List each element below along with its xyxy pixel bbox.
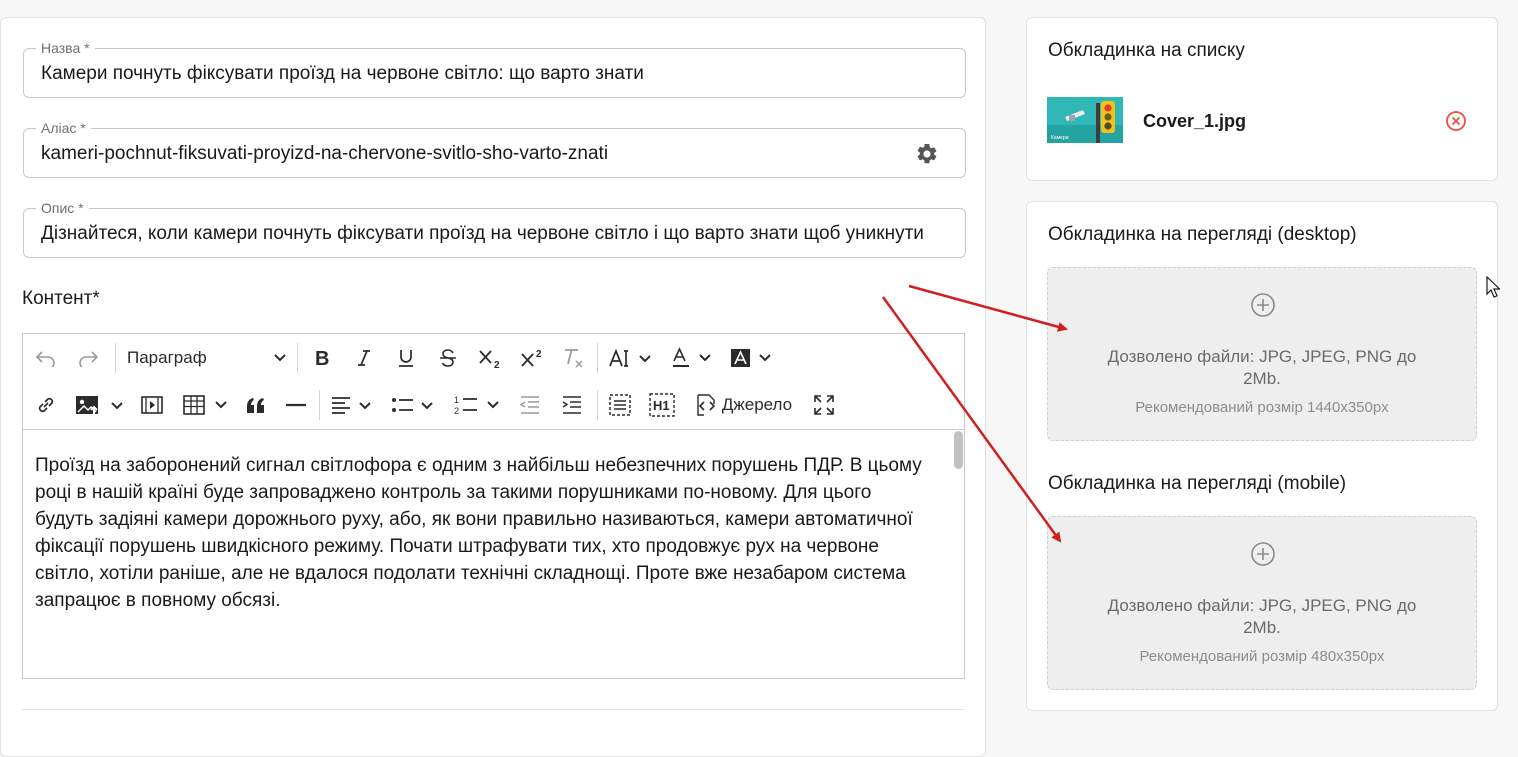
editor-scrollbar[interactable] (954, 431, 963, 469)
mobile-cover-title: Обкладинка на перегляді (mobile) (1048, 473, 1347, 494)
bulleted-list-icon[interactable] (389, 389, 441, 421)
source-button[interactable]: Джерело (693, 389, 793, 421)
plus-circle-icon (1251, 293, 1275, 317)
show-blocks-icon[interactable] (607, 389, 633, 421)
superscript-icon[interactable]: 2 (519, 342, 547, 374)
blockquote-icon[interactable] (243, 389, 269, 421)
svg-text:2: 2 (494, 360, 500, 369)
mobile-cover-dropzone[interactable]: Дозволено файли: JPG, JPEG, PNG до 2Mb. … (1047, 516, 1477, 690)
mouse-cursor-icon (1486, 276, 1500, 298)
subscript-icon[interactable]: 2 (477, 342, 505, 374)
paragraph-format-label: Параграф (127, 348, 207, 367)
italic-icon[interactable] (351, 342, 377, 374)
title-input[interactable]: Камери почнуть фіксувати проїзд на черво… (41, 63, 951, 85)
alignment-icon[interactable] (329, 389, 379, 421)
plus-circle-icon (1251, 542, 1275, 566)
mobile-recommended-size: Рекомендований розмір 480x350px (1139, 648, 1385, 665)
media-embed-icon[interactable] (139, 389, 165, 421)
remove-file-icon[interactable] (1445, 110, 1467, 132)
desktop-allowed-files: Дозволено файли: JPG, JPEG, PNG до 2Mb. (1107, 347, 1417, 388)
cover-thumbnail[interactable]: Камери (1047, 97, 1123, 143)
undo-icon[interactable] (33, 342, 59, 374)
title-field-label: Назва * (36, 39, 95, 57)
desktop-cover-title: Обкладинка на перегляді (desktop) (1048, 224, 1357, 245)
numbered-list-icon[interactable]: 12 (453, 389, 505, 421)
alias-field-label: Аліас * (36, 119, 91, 137)
redo-icon[interactable] (75, 342, 101, 374)
outdent-icon[interactable] (517, 389, 543, 421)
content-label: Контент* (22, 288, 100, 309)
svg-text:B: B (315, 348, 329, 368)
table-icon[interactable] (181, 389, 231, 421)
svg-text:1: 1 (454, 395, 459, 405)
list-cover-card: Обкладинка на списку Камери Cover_1.jpg (1026, 17, 1498, 181)
strikethrough-icon[interactable] (435, 342, 461, 374)
alias-input[interactable]: kameri-pochnut-fiksuvati-proyizd-na-cher… (41, 143, 905, 165)
description-field-label: Опис * (36, 199, 89, 217)
view-covers-card: Обкладинка на перегляді (desktop) Дозвол… (1026, 201, 1498, 711)
insert-image-icon[interactable] (73, 389, 127, 421)
gear-icon[interactable] (915, 142, 939, 166)
font-size-icon[interactable] (607, 342, 655, 374)
bold-icon[interactable]: B (309, 342, 335, 374)
paragraph-format-select[interactable]: Параграф (127, 342, 287, 374)
cover-filename: Cover_1.jpg (1143, 111, 1247, 131)
chevron-down-icon (274, 354, 286, 362)
font-color-icon[interactable] (671, 342, 719, 374)
thumbnail-caption: Камери (1051, 135, 1069, 141)
rich-text-editor: Параграф B 2 2 12 H1 Джерело Проїзд на з… (22, 333, 965, 679)
list-cover-title: Обкладинка на списку (1048, 40, 1245, 61)
editor-toolbar: Параграф B 2 2 12 H1 Джерело (23, 334, 964, 430)
horizontal-line-icon[interactable] (283, 389, 309, 421)
source-code-icon (697, 394, 716, 416)
editor-content[interactable]: Проїзд на заборонений сигнал світлофора … (35, 452, 935, 614)
heading-icon[interactable]: H1 (649, 389, 675, 421)
underline-icon[interactable] (393, 342, 419, 374)
remove-format-icon[interactable] (561, 342, 587, 374)
source-button-label: Джерело (721, 395, 793, 414)
fullscreen-icon[interactable] (811, 389, 837, 421)
link-icon[interactable] (33, 389, 59, 421)
svg-text:2: 2 (536, 349, 542, 360)
description-input[interactable]: Дізнайтеся, коли камери почнуть фіксуват… (41, 223, 951, 245)
description-field[interactable]: Опис * Дізнайтеся, коли камери почнуть ф… (23, 199, 966, 258)
title-field[interactable]: Назва * Камери почнуть фіксувати проїзд … (23, 39, 966, 98)
svg-text:2: 2 (454, 406, 459, 416)
mobile-allowed-files: Дозволено файли: JPG, JPEG, PNG до 2Mb. (1107, 596, 1417, 637)
alias-field[interactable]: Аліас * kameri-pochnut-fiksuvati-proyizd… (23, 119, 966, 178)
divider (22, 709, 965, 710)
indent-icon[interactable] (559, 389, 585, 421)
desktop-cover-dropzone[interactable]: Дозволено файли: JPG, JPEG, PNG до 2Mb. … (1047, 267, 1477, 441)
desktop-recommended-size: Рекомендований розмір 1440x350px (1135, 399, 1389, 416)
svg-text:H1: H1 (653, 398, 670, 413)
background-color-icon[interactable] (729, 342, 777, 374)
